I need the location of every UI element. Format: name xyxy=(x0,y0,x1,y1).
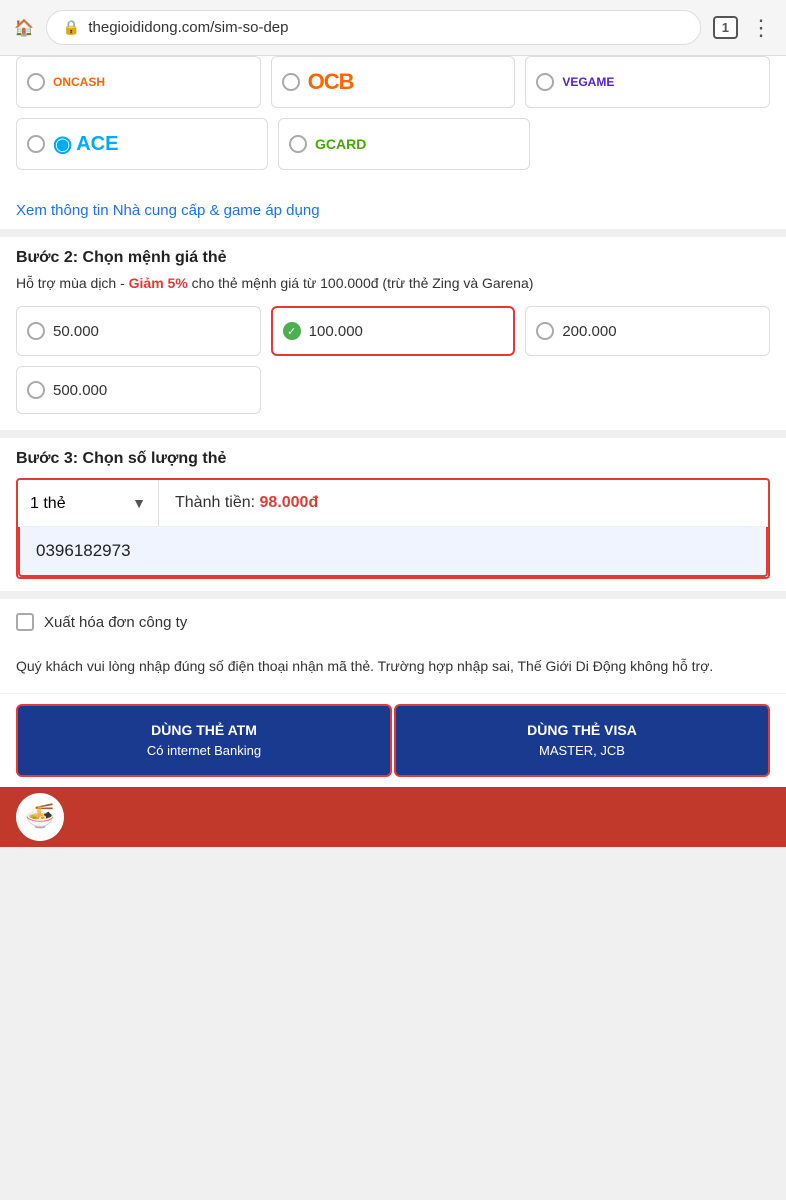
step2-title-prefix: Bước 2: xyxy=(16,249,78,266)
provider-info-link[interactable]: Xem thông tin Nhà cung cấp & game áp dụn… xyxy=(0,192,786,229)
denom-100000-label: 100.000 xyxy=(309,323,363,340)
radio-vegame[interactable] xyxy=(536,73,554,91)
step3-section: Bước 3: Chọn số lượng thẻ 1 thẻ 2 thẻ 3 … xyxy=(0,438,786,591)
provider-ocb[interactable]: OCB xyxy=(271,56,516,108)
atm-button-sub-label: Có internet Banking xyxy=(28,741,380,761)
total-amount-value: 98.000đ xyxy=(260,494,319,512)
step2-desc-prefix: Hỗ trợ mùa dịch - xyxy=(16,275,129,291)
provider-gcard[interactable]: GCARD xyxy=(278,118,530,170)
denomination-grid: 50.000 ✓ 100.000 200.000 xyxy=(16,306,770,356)
quantity-select-wrapper[interactable]: 1 thẻ 2 thẻ 3 thẻ 4 thẻ 5 thẻ ▼ xyxy=(18,480,159,526)
visa-payment-button[interactable]: DÙNG THẺ VISA MASTER, JCB xyxy=(394,704,770,777)
denom-single-row: 500.000 xyxy=(16,366,770,414)
payment-buttons-container: DÙNG THẺ ATM Có internet Banking DÙNG TH… xyxy=(0,693,786,787)
tab-count[interactable]: 1 xyxy=(713,16,738,39)
radio-oncash[interactable] xyxy=(27,73,45,91)
step3-title: Bước 3: Chọn số lượng thẻ xyxy=(16,450,770,468)
provider-oncash[interactable]: ONCASH xyxy=(16,56,261,108)
visa-button-sub-label: MASTER, JCB xyxy=(406,741,758,761)
step2-title-suffix: Chọn mệnh giá thẻ xyxy=(78,249,226,266)
phone-input[interactable] xyxy=(36,541,750,561)
step2-desc-highlight: Giảm 5% xyxy=(129,275,188,291)
radio-ace[interactable] xyxy=(27,135,45,153)
home-icon[interactable]: 🏠 xyxy=(14,18,34,38)
invoice-checkbox-row[interactable]: Xuất hóa đơn công ty xyxy=(0,599,786,645)
address-bar[interactable]: 🔒 thegioididong.com/sim-so-dep xyxy=(46,10,701,45)
denom-200000-label: 200.000 xyxy=(562,323,616,340)
radio-gcard[interactable] xyxy=(289,135,307,153)
radio-500000[interactable] xyxy=(27,381,45,399)
vegame-logo: VEGAME xyxy=(562,75,614,89)
radio-200000[interactable] xyxy=(536,322,554,340)
quantity-select[interactable]: 1 thẻ 2 thẻ 3 thẻ 4 thẻ 5 thẻ xyxy=(18,481,158,526)
provider-row-1: ONCASH OCB VEGAME xyxy=(16,56,770,108)
denom-500000[interactable]: 500.000 xyxy=(16,366,261,414)
denom-50000-label: 50.000 xyxy=(53,323,99,340)
step2-title: Bước 2: Chọn mệnh giá thẻ xyxy=(16,249,770,267)
gcard-logo: GCARD xyxy=(315,136,366,152)
invoice-checkbox[interactable] xyxy=(16,613,34,631)
denom-200000[interactable]: 200.000 xyxy=(525,306,770,356)
step3-title-suffix: Chọn số lượng thẻ xyxy=(78,450,226,467)
provider-vegame[interactable]: VEGAME xyxy=(525,56,770,108)
atm-payment-button[interactable]: DÙNG THẺ ATM Có internet Banking xyxy=(16,704,392,777)
bottom-logo: 🍜 xyxy=(16,793,64,841)
visa-button-main-label: DÙNG THẺ VISA xyxy=(406,720,758,741)
radio-ocb[interactable] xyxy=(282,73,300,91)
quantity-total-row: 1 thẻ 2 thẻ 3 thẻ 4 thẻ 5 thẻ ▼ Thành ti… xyxy=(18,480,768,527)
denom-50000[interactable]: 50.000 xyxy=(16,306,261,356)
lock-icon: 🔒 xyxy=(63,19,80,36)
provider-ace[interactable]: ◉ ACE xyxy=(16,118,268,170)
total-label: Thành tiền: xyxy=(175,494,255,512)
radio-100000-checked[interactable]: ✓ xyxy=(283,322,301,340)
step2-desc: Hỗ trợ mùa dịch - Giảm 5% cho thẻ mệnh g… xyxy=(16,273,770,294)
denom-100000[interactable]: ✓ 100.000 xyxy=(271,306,516,356)
ocb-logo: OCB xyxy=(308,69,354,95)
step2-section: Bước 2: Chọn mệnh giá thẻ Hỗ trợ mùa dịc… xyxy=(0,237,786,430)
total-price-display: Thành tiền: 98.000đ xyxy=(159,480,768,526)
provider-row-2: ◉ ACE GCARD xyxy=(16,118,770,170)
menu-icon[interactable]: ⋮ xyxy=(750,15,772,41)
oncash-logo: ONCASH xyxy=(53,75,105,89)
radio-50000[interactable] xyxy=(27,322,45,340)
note-text: Quý khách vui lòng nhập đúng số điện tho… xyxy=(0,645,786,693)
step2-desc-suffix: cho thẻ mệnh giá từ 100.000đ (trừ thẻ Zi… xyxy=(188,275,534,291)
bottom-bar: 🍜 xyxy=(0,787,786,847)
invoice-label: Xuất hóa đơn công ty xyxy=(44,614,187,631)
atm-button-main-label: DÙNG THẺ ATM xyxy=(28,720,380,741)
phone-row[interactable] xyxy=(18,527,768,577)
step3-title-prefix: Bước 3: xyxy=(16,450,78,467)
browser-chrome: 🏠 🔒 thegioididong.com/sim-so-dep 1 ⋮ xyxy=(0,0,786,56)
ace-logo: ◉ ACE xyxy=(53,131,118,157)
url-text: thegioididong.com/sim-so-dep xyxy=(88,19,288,36)
card-providers-section: ONCASH OCB VEGAME ◉ ACE GCARD xyxy=(0,56,786,192)
denom-500000-label: 500.000 xyxy=(53,382,107,399)
